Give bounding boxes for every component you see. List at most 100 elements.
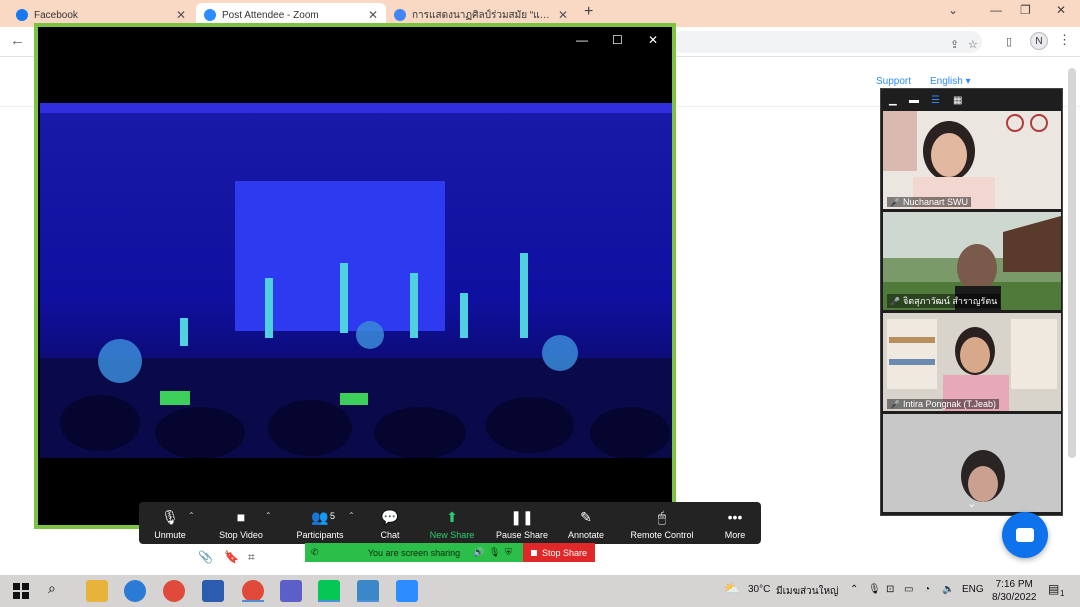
file-explorer-icon[interactable] xyxy=(86,580,108,602)
pencil-icon: ✎ xyxy=(580,509,592,525)
participant-tile[interactable]: 🎤 จิตสุภาวัฒน์ สำราญรัตน xyxy=(883,212,1061,310)
profile-avatar[interactable]: N xyxy=(1030,32,1048,50)
participants-count: 5 xyxy=(330,511,336,521)
close-window-icon[interactable]: ✕ xyxy=(1056,3,1066,17)
tab-label: การแสดงนาฏศิลป์ร่วมสมัย “แสง” xyxy=(412,9,552,21)
chevron-up-icon[interactable]: ⌃ xyxy=(188,511,195,520)
remote-control-button[interactable]: 🖱 Remote Control xyxy=(622,507,702,540)
mouse-icon: 🖱 xyxy=(657,509,667,525)
gallery-view-icon[interactable]: ▦ xyxy=(953,95,962,106)
minimize-icon[interactable]: — xyxy=(990,3,1002,17)
participant-tile[interactable]: ⌄ xyxy=(883,414,1061,512)
teams-icon[interactable] xyxy=(280,580,302,602)
sharing-status-text: You are screen sharing xyxy=(367,547,461,558)
chevron-up-icon[interactable]: ⌃ xyxy=(850,584,858,595)
tab-label: Post Attendee - Zoom xyxy=(222,9,319,21)
stop-share-button[interactable]: Stop Share xyxy=(523,543,595,562)
zoom-icon[interactable] xyxy=(396,580,418,602)
sharing-status[interactable]: ✆ You are screen sharing 🔊 🎙 ⛨ xyxy=(305,543,523,562)
unmute-button[interactable]: 🎙 Unmute ⌃ xyxy=(130,507,210,540)
more-button[interactable]: ••• More xyxy=(695,507,775,540)
volume-icon[interactable]: 🔈 xyxy=(942,584,954,595)
muted-mic-icon: 🎤 xyxy=(890,197,900,207)
share-icon[interactable]: ⇪ xyxy=(950,38,959,51)
taskbar-clock[interactable]: 7:16 PM 8/30/2022 xyxy=(992,578,1037,604)
close-icon[interactable]: ✕ xyxy=(558,8,568,22)
clock-time: 7:16 PM xyxy=(995,579,1033,590)
close-icon[interactable]: ✕ xyxy=(648,33,658,47)
windows-start-icon[interactable] xyxy=(10,580,32,602)
clock-date: 8/30/2022 xyxy=(992,592,1037,603)
crop-icon[interactable]: ⌗ xyxy=(248,550,255,565)
mic-icon: 🎙 xyxy=(489,547,501,557)
phone-icon: ✆ xyxy=(311,547,319,557)
sidepanel-icon[interactable]: ▯ xyxy=(1006,35,1012,48)
media-app-icon[interactable] xyxy=(357,580,379,602)
chat-icon xyxy=(1016,528,1034,542)
meet-now-icon[interactable]: ⊡ xyxy=(886,584,894,595)
wifi-icon[interactable]: ◔ xyxy=(924,584,930,595)
back-arrow-icon[interactable]: ← xyxy=(10,32,25,49)
stop-video-button[interactable]: ■ Stop Video ⌃ xyxy=(201,507,281,540)
new-share-button[interactable]: ⬆ New Share xyxy=(412,507,492,540)
remote-control-label: Remote Control xyxy=(630,530,694,540)
participant-video xyxy=(883,111,1061,209)
annotate-label: Annotate xyxy=(567,530,605,540)
word-icon[interactable] xyxy=(202,580,224,602)
minimize-icon[interactable]: ▁ xyxy=(889,95,897,106)
desktop: Facebook ✕ Post Attendee - Zoom ✕ การแสด… xyxy=(0,0,1080,607)
participants-button[interactable]: 👥 Participants 5 ⌃ xyxy=(280,507,360,540)
chat-fab-button[interactable] xyxy=(1002,512,1048,558)
minimize-icon[interactable]: — xyxy=(576,33,588,47)
chevron-up-icon[interactable]: ⌃ xyxy=(265,511,272,520)
screen-sharing-banner: ✆ You are screen sharing 🔊 🎙 ⛨ Stop Shar… xyxy=(305,543,595,562)
address-bar[interactable]: ⇪ ☆ xyxy=(672,31,982,53)
notification-icon[interactable]: ▤ xyxy=(1048,582,1059,596)
zoom-icon xyxy=(204,9,216,21)
attachment-icon[interactable]: 📎 xyxy=(198,550,213,564)
weather-icon[interactable]: ⛅ xyxy=(724,581,740,597)
menu-icon[interactable]: ⋮ xyxy=(1058,32,1071,48)
bookmark-star-icon[interactable]: ☆ xyxy=(968,38,978,51)
chrome-profile-icon[interactable] xyxy=(242,580,264,602)
participant-gallery: ▁ ▬ ☰ ▦ 🎤 Nuchanart SWU 🎤 จิตสุภาวัฒน์ ส… xyxy=(880,88,1063,516)
chrome-icon[interactable] xyxy=(163,580,185,602)
scrollbar[interactable] xyxy=(1068,68,1076,458)
stage-scene xyxy=(40,103,672,458)
participant-tile[interactable]: 🎤 Nuchanart SWU xyxy=(883,111,1061,209)
participant-name: 🎤 จิตสุภาวัฒน์ สำราญรัตน xyxy=(887,294,1001,308)
participant-name: 🎤 Intira Pongnak (T.Jeab) xyxy=(887,399,1000,409)
close-icon[interactable]: ✕ xyxy=(368,8,378,22)
battery-icon[interactable]: ▭ xyxy=(904,584,913,595)
internet-explorer-icon[interactable] xyxy=(124,580,146,602)
thumbnail-view-icon[interactable]: ▬ xyxy=(909,95,919,106)
shared-screen-window[interactable]: — ☐ ✕ xyxy=(34,23,676,529)
muted-mic-icon: 🎤 xyxy=(890,399,900,409)
stop-video-label: Stop Video xyxy=(219,530,263,540)
weather-temperature[interactable]: 30°C xyxy=(748,584,770,595)
restore-icon[interactable]: ❐ xyxy=(1020,3,1031,17)
language-selector[interactable]: English ▾ xyxy=(930,76,971,87)
chevron-down-icon: ▾ xyxy=(965,76,971,87)
bookmark-icon[interactable]: 🔖 xyxy=(224,550,239,564)
input-language[interactable]: ENG xyxy=(962,584,984,595)
mic-icon[interactable]: 🎙 xyxy=(868,584,881,595)
annotate-button[interactable]: ✎ Annotate xyxy=(546,507,626,540)
search-icon[interactable]: ⌕ xyxy=(48,580,70,602)
maximize-icon[interactable]: ☐ xyxy=(612,33,623,47)
stop-square-icon xyxy=(530,549,537,556)
meeting-toolbar: 🎙 Unmute ⌃ ■ Stop Video ⌃ 👥 Participants… xyxy=(139,502,761,544)
more-label: More xyxy=(724,530,746,540)
participant-name-text: จิตสุภาวัฒน์ สำราญรัตน xyxy=(902,296,998,306)
line-icon[interactable] xyxy=(318,580,340,602)
support-link[interactable]: Support xyxy=(876,76,911,87)
tab-search-icon[interactable]: ⌄ xyxy=(948,3,958,17)
speaker-view-icon[interactable]: ☰ xyxy=(931,95,940,106)
participant-name-text: Intira Pongnak (T.Jeab) xyxy=(902,399,997,409)
chevron-down-icon[interactable]: ⌄ xyxy=(967,497,976,510)
weather-description[interactable]: มีเมฆส่วนใหญ่ xyxy=(776,584,839,599)
participant-name: 🎤 Nuchanart SWU xyxy=(887,197,971,207)
participant-tile[interactable]: 🎤 Intira Pongnak (T.Jeab) xyxy=(883,313,1061,411)
new-tab-icon[interactable]: + xyxy=(584,3,593,21)
close-icon[interactable]: ✕ xyxy=(176,8,186,22)
